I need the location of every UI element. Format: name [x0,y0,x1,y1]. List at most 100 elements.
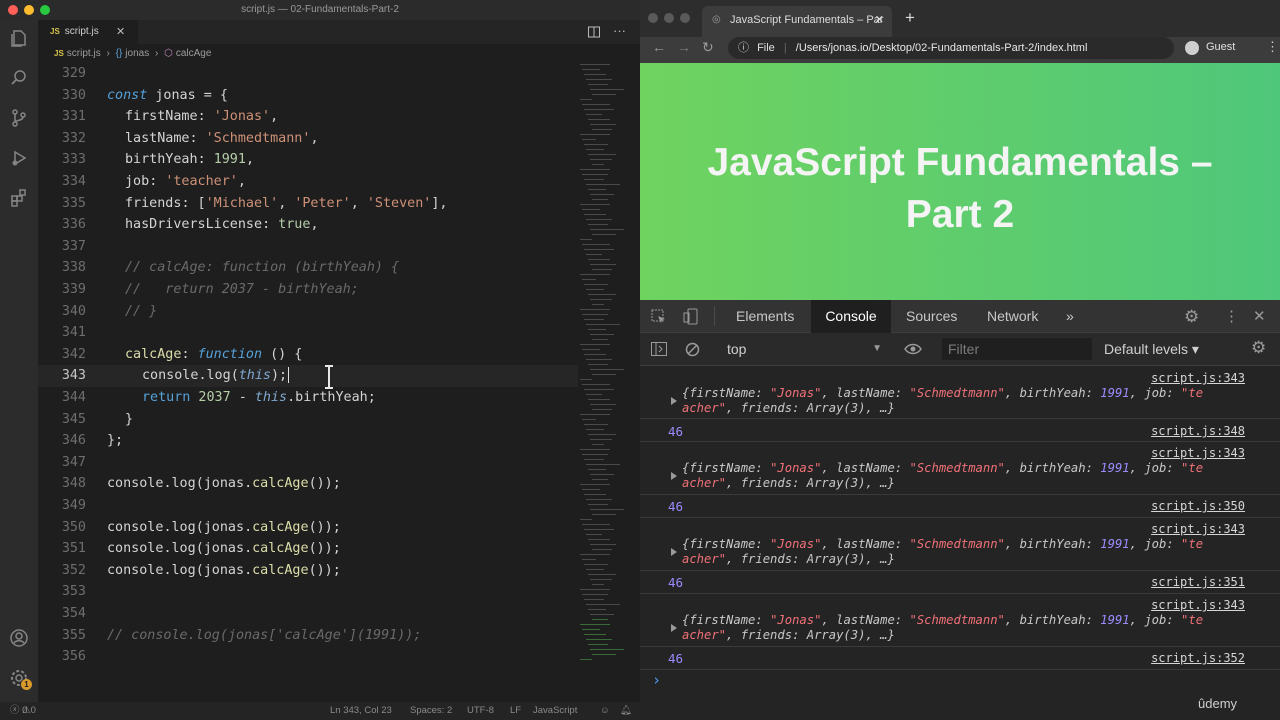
browser-menu-icon[interactable]: ⋮ [1266,39,1279,55]
source-link[interactable]: script.js:343 [1151,371,1245,385]
console-output[interactable]: script.js:343 {firstName: "Jonas", lastN… [640,366,1280,702]
expand-triangle-icon[interactable] [671,397,677,405]
filter-input[interactable]: Filter [942,338,1092,360]
code-line: 345} [38,409,578,431]
indentation[interactable]: Spaces: 2 [410,702,452,720]
minimap-line [580,379,592,380]
explorer-icon[interactable] [9,28,29,48]
console-log-entry[interactable]: script.js:343 {firstName: "Jonas", lastN… [640,518,1280,571]
minimap-line [582,524,610,525]
console-prompt[interactable]: › [652,671,661,689]
cursor-position[interactable]: Ln 343, Col 23 [330,702,392,720]
source-link[interactable]: script.js:350 [1151,499,1245,513]
line-number: 345 [61,411,86,427]
console-log-entry[interactable]: script.js:343 {firstName: "Jonas", lastN… [640,366,1280,419]
console-log-entry[interactable]: 46 script.js:350 [640,495,1280,518]
tab-close-icon[interactable]: ✕ [116,20,125,44]
minimap-line [590,404,616,405]
object-string: acher" [682,476,727,490]
minimap-line [592,234,616,235]
minimap-line [584,389,614,390]
punctuation-token: . [244,541,253,557]
expand-triangle-icon[interactable] [671,548,677,556]
feedback-icon[interactable]: ☺ [600,702,610,720]
live-expression-eye-icon[interactable] [904,343,922,355]
console-log-entry[interactable]: script.js:343 {firstName: "Jonas", lastN… [640,594,1280,647]
settings-gear-icon[interactable]: ⚙ [1184,307,1199,327]
minimize-window-button[interactable] [664,13,674,23]
tab-network[interactable]: Network [987,300,1038,333]
source-link[interactable]: script.js:352 [1151,651,1245,665]
source-control-icon[interactable] [9,108,29,128]
code-area[interactable]: 329 330 const jonas = { 331 firstName: 'Jo… [38,63,578,703]
console-log-entry[interactable]: script.js:343 {firstName: "Jonas", lastN… [640,442,1280,495]
reload-icon[interactable]: ↻ [702,39,714,56]
line-ending[interactable]: LF [510,702,521,720]
breadcrumb-method[interactable]: calcAge [176,48,212,59]
back-icon[interactable]: ← [652,39,666,55]
new-tab-button[interactable]: + [905,8,915,28]
run-debug-icon[interactable] [9,148,29,168]
account-icon[interactable] [9,628,29,648]
string-token: 'Steven' [366,195,432,211]
search-icon[interactable] [9,68,29,88]
encoding[interactable]: UTF-8 [467,702,494,720]
minimize-window-button[interactable] [24,5,34,15]
object-preview: {firstName: "Jonas", lastName: "Schmedtm… [682,537,1203,567]
console-log-entry[interactable]: 46 script.js:351 [640,571,1280,594]
expand-triangle-icon[interactable] [671,472,677,480]
expand-triangle-icon[interactable] [671,624,677,632]
close-window-button[interactable] [648,13,658,23]
tab-console[interactable]: Console [811,300,891,333]
context-selector[interactable]: top ▼ [718,338,882,360]
object-key: , birthYeah: [1004,613,1101,627]
source-link[interactable]: script.js:348 [1151,424,1245,438]
devtools-menu-icon[interactable]: ⋮ [1224,307,1239,325]
browser-tab[interactable]: ◎ JavaScript Fundamentals – Par ✕ [702,6,892,37]
close-window-button[interactable] [8,5,18,15]
close-devtools-icon[interactable]: ✕ [1253,307,1266,325]
sidebar-toggle-icon[interactable] [651,342,667,356]
more-tabs-icon[interactable]: » [1066,300,1074,333]
forward-icon[interactable]: → [677,39,691,55]
line-number: 353 [61,584,86,600]
tab-elements[interactable]: Elements [736,300,794,333]
tab-close-icon[interactable]: ✕ [875,6,884,34]
log-levels-dropdown[interactable]: Default levels ▾ [1104,333,1199,366]
address-bar[interactable]: ⓘ File | /Users/jonas.io/Desktop/02-Fund… [728,37,1174,59]
bell-icon[interactable]: 🔔︎ [620,702,632,720]
tab-sources[interactable]: Sources [906,300,957,333]
console-log-entry[interactable]: 46 script.js:352 [640,647,1280,670]
minimap-line [586,289,604,290]
maximize-window-button[interactable] [40,5,50,15]
object-preview: {firstName: "Jonas", lastName: "Schmedtm… [682,613,1203,643]
minimap-line [584,284,608,285]
profile-avatar-icon[interactable] [1185,41,1199,55]
console-settings-gear-icon[interactable]: ⚙ [1251,338,1266,358]
device-toolbar-icon[interactable] [683,308,699,325]
more-actions-icon[interactable]: ··· [613,20,626,42]
extensions-icon[interactable] [9,188,29,208]
problems-indicator[interactable]: ⓧ 0 ⚠ 0 [10,702,36,720]
source-link[interactable]: script.js:351 [1151,575,1245,589]
tab-script-js[interactable]: JS script.js ✕ [38,20,138,44]
clear-console-icon[interactable] [685,342,700,357]
line-number: 350 [61,519,86,535]
split-editor-icon[interactable] [588,26,600,38]
minimap[interactable] [580,64,626,664]
minimap-line [588,434,616,435]
source-link[interactable]: script.js:343 [1151,446,1245,460]
mouse-text-cursor [325,365,333,389]
source-link[interactable]: script.js:343 [1151,522,1245,536]
maximize-window-button[interactable] [680,13,690,23]
profile-label[interactable]: Guest [1206,41,1235,53]
source-link[interactable]: script.js:343 [1151,598,1245,612]
punctuation-token: . [244,519,253,535]
breadcrumb-file[interactable]: script.js [67,48,101,59]
console-log-entry[interactable]: 46 script.js:348 [640,419,1280,442]
minimap-line [582,174,608,175]
breadcrumb-object[interactable]: jonas [125,48,149,59]
language-mode[interactable]: JavaScript [533,702,577,720]
inspect-element-icon[interactable] [651,309,667,325]
string-token: 'Jonas' [213,109,271,125]
